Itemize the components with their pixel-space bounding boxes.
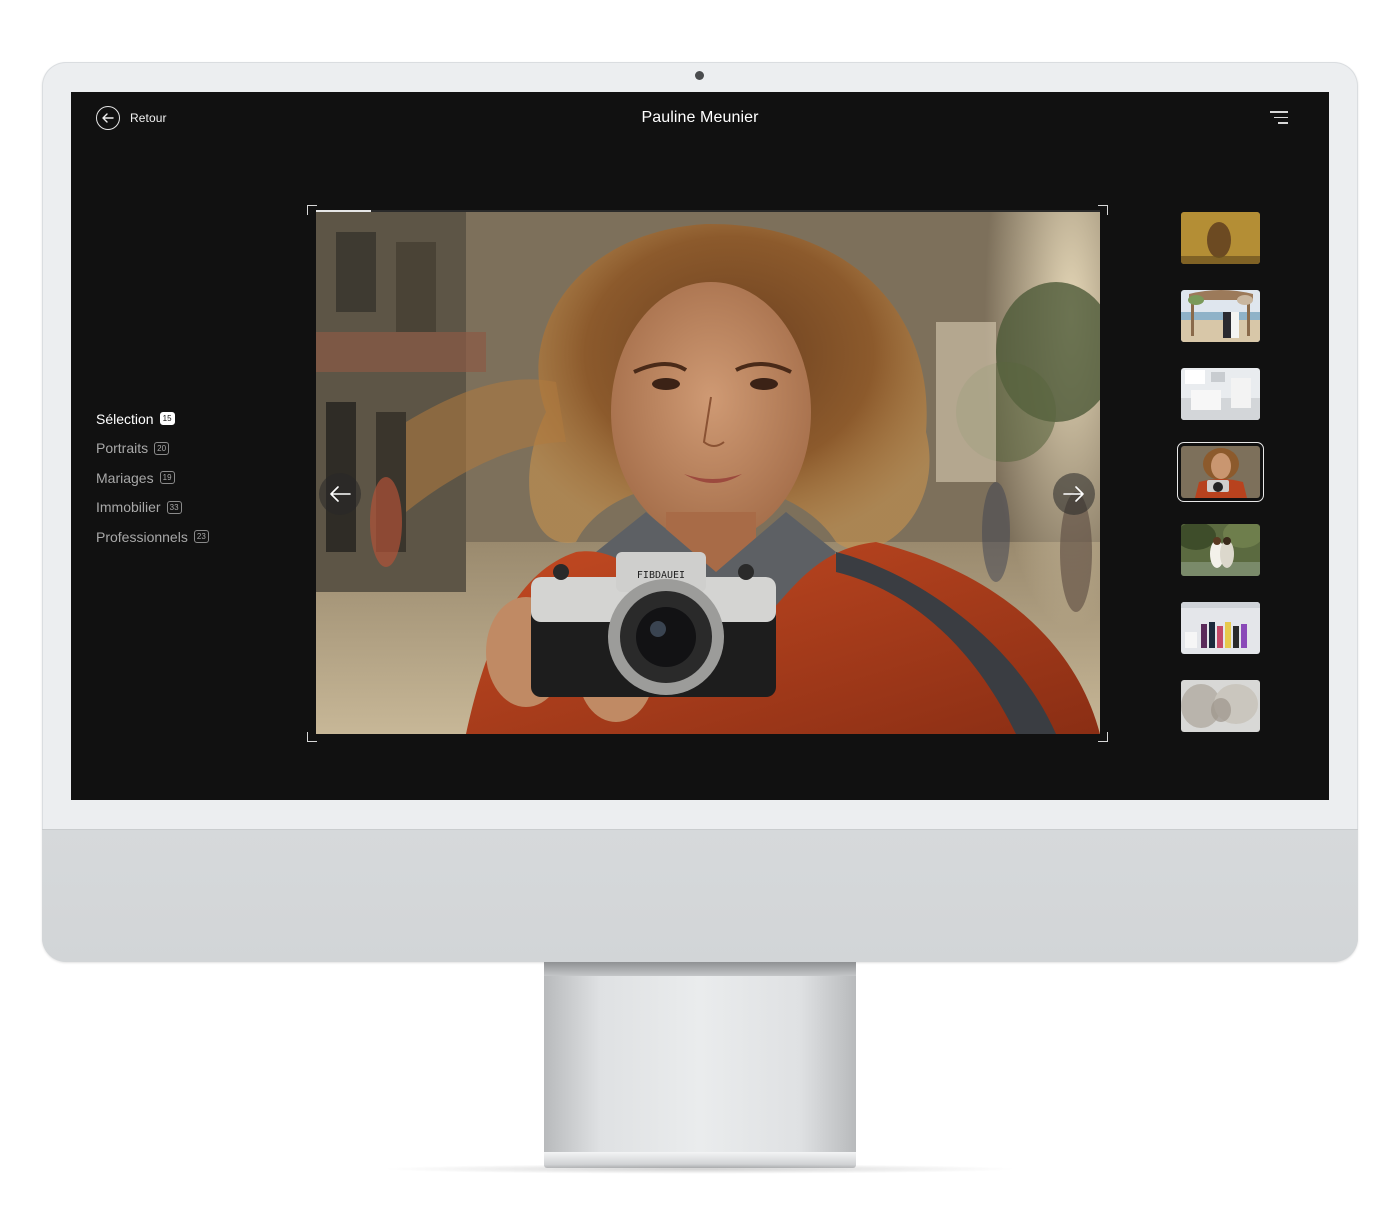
thumbnail[interactable] — [1177, 442, 1264, 502]
category-count-badge: 19 — [159, 471, 175, 485]
arrow-right-icon — [1063, 486, 1084, 502]
category-label: Immobilier — [96, 499, 161, 516]
category-label: Professionnels — [96, 528, 188, 545]
category-count-badge: 23 — [193, 530, 209, 544]
category-label: Mariages — [96, 469, 154, 486]
arrow-left-icon — [330, 486, 351, 502]
previous-photo-button[interactable] — [319, 473, 361, 515]
thumbnail[interactable] — [1181, 212, 1260, 264]
category-list: Sélection 15 Portraits 20 Mariages 19 Immobili… — [96, 404, 209, 552]
category-item[interactable]: Portraits 20 — [96, 434, 209, 464]
floor-shadow — [380, 1164, 1020, 1174]
category-label: Portraits — [96, 440, 149, 457]
thumbnail[interactable] — [1181, 368, 1260, 420]
page-title: Pauline Meunier — [641, 109, 759, 126]
monitor-stand — [544, 962, 856, 1154]
category-label: Sélection — [96, 410, 154, 427]
category-count-badge: 20 — [154, 441, 170, 455]
thumbnail[interactable] — [1181, 524, 1260, 576]
main-photo: FIBDAUEI — [316, 212, 1100, 734]
thumbnail[interactable] — [1181, 290, 1260, 342]
thumbnail[interactable] — [1181, 680, 1260, 732]
thumbnail[interactable] — [1181, 602, 1260, 654]
category-count-badge: 15 — [159, 412, 175, 426]
category-item[interactable]: Professionnels 23 — [96, 522, 209, 552]
category-item[interactable]: Sélection 15 — [96, 404, 209, 434]
hamburger-menu-icon[interactable] — [1270, 111, 1288, 127]
screen: Retour Pauline Meunier Sélection 15 Portra… — [71, 92, 1329, 800]
category-count-badge: 33 — [166, 500, 182, 514]
webcam-dot — [695, 71, 704, 80]
category-item[interactable]: Mariages 19 — [96, 463, 209, 493]
category-item[interactable]: Immobilier 33 — [96, 493, 209, 523]
next-photo-button[interactable] — [1053, 473, 1095, 515]
monitor-chin — [42, 829, 1358, 962]
